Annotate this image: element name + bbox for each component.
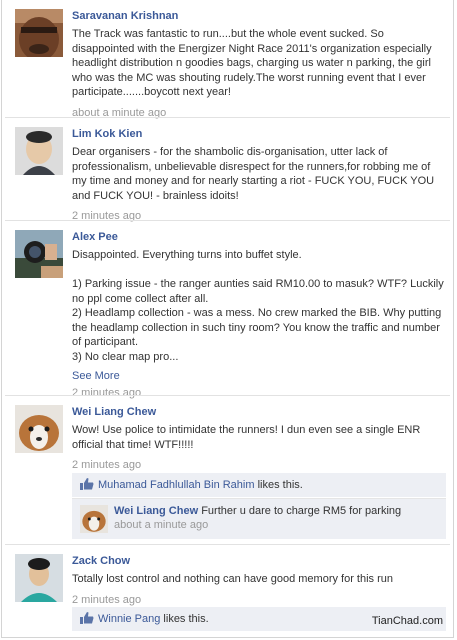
- avatar[interactable]: [80, 505, 108, 533]
- avatar[interactable]: [15, 9, 63, 57]
- avatar[interactable]: [15, 230, 63, 278]
- post-text: Totally lost control and nothing can hav…: [72, 573, 394, 585]
- liker-link[interactable]: Muhamad Fadhlullah Bin Rahim: [98, 479, 255, 491]
- post-text-line: [72, 263, 444, 278]
- reply-timestamp[interactable]: about a minute ago: [114, 519, 439, 531]
- post-text-line: 1) Parking issue - the ranger aunties sa…: [72, 278, 444, 305]
- post-text-line: 3) No clear map pro...: [72, 350, 179, 363]
- post-text: Disappointed. Everything turns into buff…: [72, 248, 444, 364]
- thumbs-up-icon: [80, 612, 94, 624]
- reply-author-name[interactable]: Wei Liang Chew: [114, 505, 198, 517]
- comment-reply: Wei Liang Chew Further u dare to charge …: [72, 498, 446, 539]
- thumbs-up-icon: [80, 478, 94, 490]
- author-name[interactable]: Saravanan Krishnan: [72, 9, 444, 23]
- post-text: The Track was fantastic to run....but th…: [72, 28, 432, 98]
- post-text-line: 2) Headlamp collection - was a mess. No …: [72, 307, 442, 348]
- post-text-line: Disappointed. Everything turns into buff…: [72, 249, 302, 261]
- liker-link[interactable]: Winnie Pang: [98, 613, 160, 625]
- author-name[interactable]: Zack Chow: [72, 554, 444, 568]
- author-name[interactable]: Alex Pee: [72, 230, 444, 244]
- post-text: Dear organisers - for the shambolic dis-…: [72, 146, 435, 202]
- author-name[interactable]: Lim Kok Kien: [72, 127, 444, 141]
- timestamp[interactable]: 2 minutes ago: [72, 386, 444, 400]
- likes-suffix: likes this.: [160, 613, 209, 625]
- see-more-link[interactable]: See More: [72, 370, 444, 382]
- likes-suffix: likes this.: [254, 479, 303, 491]
- author-name[interactable]: Wei Liang Chew: [72, 405, 444, 419]
- avatar[interactable]: [15, 127, 63, 175]
- divider: [5, 117, 450, 118]
- timestamp[interactable]: 2 minutes ago: [72, 593, 444, 607]
- avatar[interactable]: [15, 554, 63, 602]
- avatar[interactable]: [15, 405, 63, 453]
- likes-bar: Muhamad Fadhlullah Bin Rahim likes this.: [72, 473, 446, 497]
- divider: [5, 395, 450, 396]
- reply-text: Further u dare to charge RM5 for parking: [201, 505, 402, 517]
- divider: [5, 544, 450, 545]
- watermark: TianChad.com: [371, 615, 443, 627]
- post-text: Wow! Use police to intimidate the runner…: [72, 424, 421, 451]
- timestamp[interactable]: 2 minutes ago: [72, 458, 444, 472]
- divider: [5, 220, 450, 221]
